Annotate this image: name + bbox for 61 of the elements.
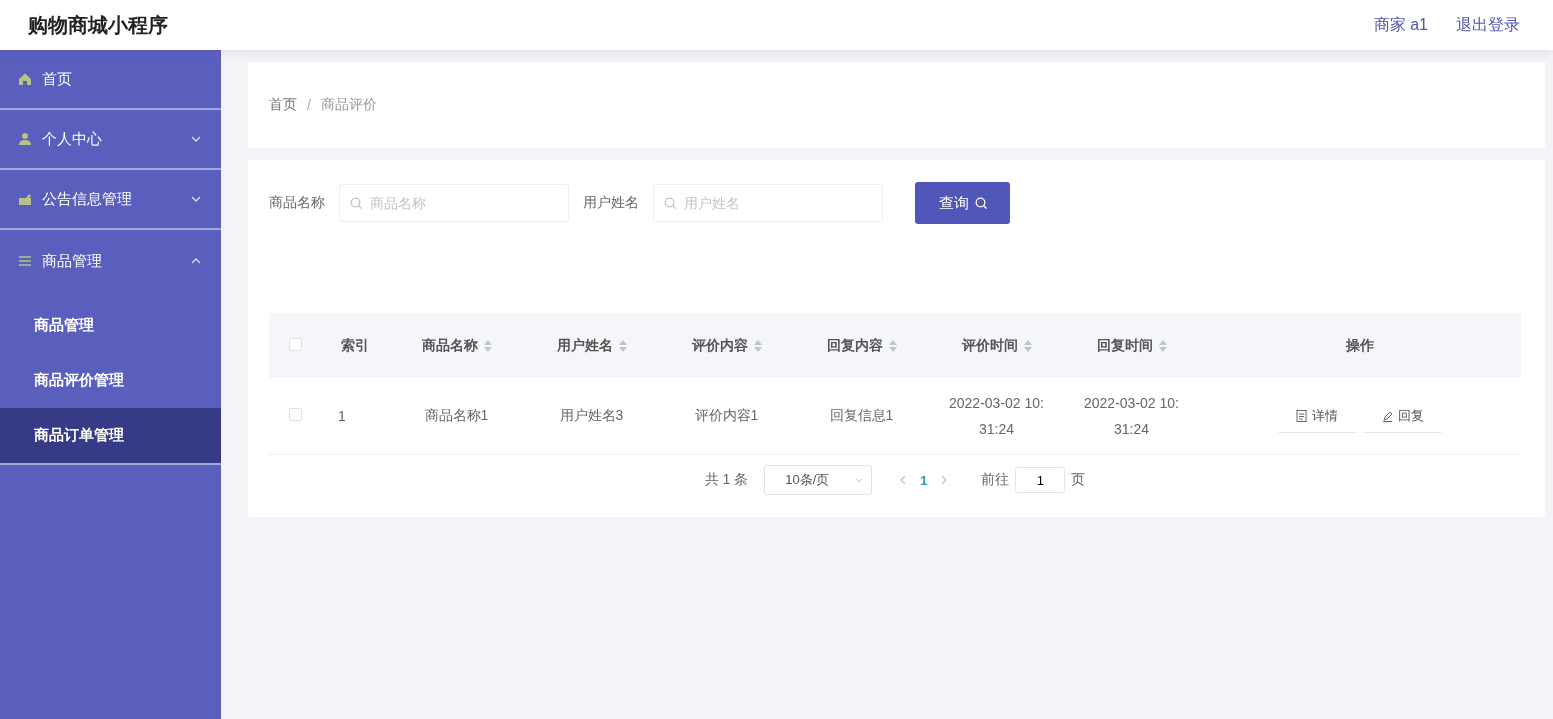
table-cell-text: 2022-03-02 10:31:24 bbox=[948, 394, 1045, 439]
breadcrumb-separator: / bbox=[307, 97, 311, 113]
user-icon bbox=[18, 132, 32, 146]
column-header[interactable]: 评价内容 bbox=[691, 336, 762, 355]
goto-label: 前往 bbox=[981, 471, 1010, 489]
page-size-select[interactable]: 10条/页 bbox=[764, 465, 873, 495]
chevron-right-icon bbox=[941, 475, 948, 485]
menu-icon bbox=[18, 254, 32, 268]
chevron-left-icon bbox=[900, 475, 907, 485]
table-cell: 用户姓名3 bbox=[559, 407, 624, 423]
submenu-item[interactable]: 商品订单管理 bbox=[0, 408, 221, 463]
sidebar-item[interactable]: 公告信息管理 bbox=[0, 170, 221, 230]
search-field[interactable]: 用户姓名 bbox=[653, 184, 883, 222]
table-cell-text: 1 bbox=[337, 408, 346, 424]
column-header[interactable]: 用户姓名 bbox=[556, 336, 627, 355]
search-icon bbox=[664, 197, 676, 209]
pencil-icon bbox=[1382, 409, 1393, 422]
sidebar-item[interactable]: 首页 bbox=[0, 50, 221, 110]
row-checkbox[interactable] bbox=[288, 408, 302, 421]
search-icon bbox=[974, 197, 987, 209]
page-suffix: 页 bbox=[1071, 471, 1086, 489]
field-label: 用户姓名 bbox=[583, 194, 639, 212]
select-all-checkbox[interactable] bbox=[288, 337, 302, 351]
page-input[interactable]: 1 bbox=[1015, 467, 1066, 493]
sidebar-item[interactable]: 个人中心 bbox=[0, 110, 221, 170]
sort-icon bbox=[888, 339, 897, 352]
logout-link[interactable]: 退出登录 bbox=[1456, 14, 1520, 36]
chevron-down-icon bbox=[191, 136, 201, 142]
submenu-item[interactable]: 商品管理 bbox=[0, 298, 221, 353]
sort-icon bbox=[483, 339, 492, 352]
field-label: 商品名称 bbox=[269, 194, 325, 212]
column-header[interactable]: 回复时间 bbox=[1096, 336, 1167, 355]
search-icon bbox=[350, 197, 362, 209]
sidebar-item[interactable]: 商品管理 bbox=[0, 230, 221, 292]
user-label: 商家 a1 bbox=[1373, 14, 1428, 35]
column-header[interactable]: 回复内容 bbox=[826, 336, 897, 355]
column-header[interactable]: 商品名称 bbox=[421, 336, 492, 355]
breadcrumb-item[interactable]: 首页 bbox=[269, 96, 297, 114]
column-header[interactable]: 评价时间 bbox=[961, 336, 1032, 355]
chevron-down-icon bbox=[855, 477, 864, 483]
total-count: 共 1 条 bbox=[704, 471, 749, 489]
column-header: 操作 bbox=[1346, 336, 1374, 355]
home-icon bbox=[18, 72, 32, 86]
sort-icon bbox=[1023, 339, 1032, 352]
table-cell: 回复信息1 bbox=[829, 407, 894, 423]
app-title: 购物商城小程序 bbox=[28, 12, 168, 38]
sort-icon bbox=[1158, 339, 1167, 352]
sort-icon bbox=[753, 339, 762, 352]
breadcrumb-item: 商品评价 bbox=[320, 96, 377, 114]
chevron-up-icon bbox=[191, 258, 201, 264]
table-cell-text: 2022-03-02 10:31:24 bbox=[1083, 394, 1180, 439]
table-cell: 评价内容1 bbox=[694, 407, 759, 423]
table-cell: 商品名称1 bbox=[424, 407, 489, 423]
chevron-down-icon bbox=[191, 196, 201, 202]
search-field[interactable]: 商品名称 bbox=[339, 184, 569, 222]
query-button[interactable]: 查询 bbox=[915, 182, 1010, 224]
column-header: 索引 bbox=[341, 336, 369, 355]
document-icon bbox=[1296, 409, 1307, 422]
briefcase-icon bbox=[18, 192, 32, 206]
sort-icon bbox=[618, 339, 627, 352]
submenu-item[interactable]: 商品评价管理 bbox=[0, 353, 221, 408]
